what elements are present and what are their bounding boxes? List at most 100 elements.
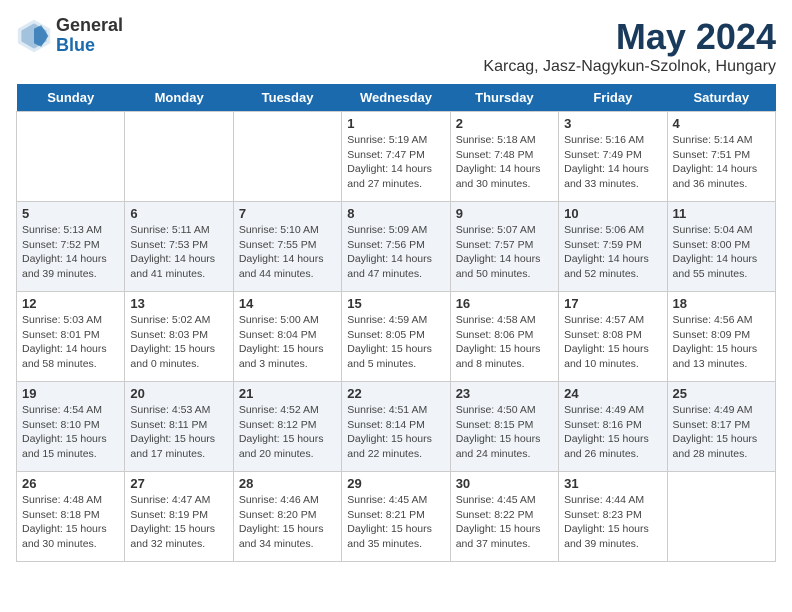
calendar-cell: 19 Sunrise: 4:54 AM Sunset: 8:10 PM Dayli…: [17, 382, 125, 472]
calendar-cell: [233, 112, 341, 202]
cell-info: Sunrise: 5:14 AM Sunset: 7:51 PM Dayligh…: [673, 133, 770, 192]
calendar-cell: 10Sunrise: 5:06 AM Sunset: 7:59 PM Dayli…: [559, 202, 667, 292]
calendar-cell: 3 Sunrise: 5:16 AM Sunset: 7:49 PM Daylig…: [559, 112, 667, 202]
date-number: 28: [239, 476, 336, 491]
date-number: 1: [347, 116, 444, 131]
calendar-cell: 22 Sunrise: 4:51 AM Sunset: 8:14 PM Dayli…: [342, 382, 450, 472]
calendar-row-4: 19 Sunrise: 4:54 AM Sunset: 8:10 PM Dayli…: [17, 382, 776, 472]
date-number: 20: [130, 386, 227, 401]
calendar-cell: 12Sunrise: 5:03 AM Sunset: 8:01 PM Dayli…: [17, 292, 125, 382]
location: Karcag, Jasz-Nagykun-Szolnok, Hungary: [483, 58, 776, 76]
calendar-cell: 2 Sunrise: 5:18 AM Sunset: 7:48 PM Daylig…: [450, 112, 558, 202]
cell-info: Sunrise: 5:04 AM Sunset: 8:00 PM Dayligh…: [673, 223, 770, 282]
date-number: 16: [456, 296, 553, 311]
cell-info: Sunrise: 4:53 AM Sunset: 8:11 PM Dayligh…: [130, 403, 227, 462]
date-number: 15: [347, 296, 444, 311]
date-number: 31: [564, 476, 661, 491]
logo-icon: [16, 18, 52, 54]
cell-info: Sunrise: 4:59 AM Sunset: 8:05 PM Dayligh…: [347, 313, 444, 372]
cell-info: Sunrise: 5:00 AM Sunset: 8:04 PM Dayligh…: [239, 313, 336, 372]
header-row: SundayMondayTuesdayWednesdayThursdayFrid…: [17, 84, 776, 112]
calendar-cell: 16 Sunrise: 4:58 AM Sunset: 8:06 PM Dayli…: [450, 292, 558, 382]
date-number: 9: [456, 206, 553, 221]
date-number: 19: [22, 386, 119, 401]
cell-info: Sunrise: 4:46 AM Sunset: 8:20 PM Dayligh…: [239, 493, 336, 552]
calendar-cell: 20 Sunrise: 4:53 AM Sunset: 8:11 PM Dayli…: [125, 382, 233, 472]
calendar-cell: [667, 472, 775, 562]
calendar-cell: [17, 112, 125, 202]
date-number: 23: [456, 386, 553, 401]
date-number: 29: [347, 476, 444, 491]
cell-info: Sunrise: 4:45 AM Sunset: 8:21 PM Dayligh…: [347, 493, 444, 552]
header-thursday: Thursday: [450, 84, 558, 112]
calendar-cell: 23 Sunrise: 4:50 AM Sunset: 8:15 PM Dayli…: [450, 382, 558, 472]
date-number: 5: [22, 206, 119, 221]
cell-info: Sunrise: 4:50 AM Sunset: 8:15 PM Dayligh…: [456, 403, 553, 462]
date-number: 21: [239, 386, 336, 401]
calendar-cell: 28 Sunrise: 4:46 AM Sunset: 8:20 PM Dayli…: [233, 472, 341, 562]
calendar-cell: 13Sunrise: 5:02 AM Sunset: 8:03 PM Dayli…: [125, 292, 233, 382]
date-number: 14: [239, 296, 336, 311]
calendar-cell: 18Sunrise: 4:56 AM Sunset: 8:09 PM Dayli…: [667, 292, 775, 382]
date-number: 26: [22, 476, 119, 491]
date-number: 25: [673, 386, 770, 401]
month-title: May 2024: [483, 16, 776, 58]
cell-info: Sunrise: 4:57 AM Sunset: 8:08 PM Dayligh…: [564, 313, 661, 372]
cell-info: Sunrise: 5:11 AM Sunset: 7:53 PM Dayligh…: [130, 223, 227, 282]
cell-info: Sunrise: 4:49 AM Sunset: 8:16 PM Dayligh…: [564, 403, 661, 462]
date-number: 22: [347, 386, 444, 401]
calendar-cell: 26 Sunrise: 4:48 AM Sunset: 8:18 PM Dayli…: [17, 472, 125, 562]
calendar-cell: [125, 112, 233, 202]
title-area: May 2024 Karcag, Jasz-Nagykun-Szolnok, H…: [483, 16, 776, 76]
calendar-cell: 11 Sunrise: 5:04 AM Sunset: 8:00 PM Dayli…: [667, 202, 775, 292]
date-number: 17: [564, 296, 661, 311]
calendar-cell: 7 Sunrise: 5:10 AM Sunset: 7:55 PM Daylig…: [233, 202, 341, 292]
calendar-cell: 25Sunrise: 4:49 AM Sunset: 8:17 PM Dayli…: [667, 382, 775, 472]
calendar-cell: 27 Sunrise: 4:47 AM Sunset: 8:19 PM Dayli…: [125, 472, 233, 562]
header-friday: Friday: [559, 84, 667, 112]
date-number: 3: [564, 116, 661, 131]
calendar-cell: 15 Sunrise: 4:59 AM Sunset: 8:05 PM Dayli…: [342, 292, 450, 382]
date-number: 18: [673, 296, 770, 311]
cell-info: Sunrise: 5:18 AM Sunset: 7:48 PM Dayligh…: [456, 133, 553, 192]
cell-info: Sunrise: 5:07 AM Sunset: 7:57 PM Dayligh…: [456, 223, 553, 282]
cell-info: Sunrise: 4:45 AM Sunset: 8:22 PM Dayligh…: [456, 493, 553, 552]
cell-info: Sunrise: 5:13 AM Sunset: 7:52 PM Dayligh…: [22, 223, 119, 282]
calendar-row-2: 5 Sunrise: 5:13 AM Sunset: 7:52 PM Daylig…: [17, 202, 776, 292]
date-number: 2: [456, 116, 553, 131]
date-number: 24: [564, 386, 661, 401]
header-saturday: Saturday: [667, 84, 775, 112]
calendar-row-3: 12Sunrise: 5:03 AM Sunset: 8:01 PM Dayli…: [17, 292, 776, 382]
date-number: 27: [130, 476, 227, 491]
logo-general: General: [56, 16, 123, 36]
cell-info: Sunrise: 4:58 AM Sunset: 8:06 PM Dayligh…: [456, 313, 553, 372]
date-number: 8: [347, 206, 444, 221]
cell-info: Sunrise: 5:09 AM Sunset: 7:56 PM Dayligh…: [347, 223, 444, 282]
calendar-cell: 5 Sunrise: 5:13 AM Sunset: 7:52 PM Daylig…: [17, 202, 125, 292]
calendar-cell: 17 Sunrise: 4:57 AM Sunset: 8:08 PM Dayli…: [559, 292, 667, 382]
date-number: 6: [130, 206, 227, 221]
logo-blue: Blue: [56, 36, 123, 56]
cell-info: Sunrise: 4:44 AM Sunset: 8:23 PM Dayligh…: [564, 493, 661, 552]
cell-info: Sunrise: 4:51 AM Sunset: 8:14 PM Dayligh…: [347, 403, 444, 462]
cell-info: Sunrise: 4:54 AM Sunset: 8:10 PM Dayligh…: [22, 403, 119, 462]
date-number: 11: [673, 206, 770, 221]
date-number: 4: [673, 116, 770, 131]
calendar-table: SundayMondayTuesdayWednesdayThursdayFrid…: [16, 84, 776, 562]
calendar-cell: 31 Sunrise: 4:44 AM Sunset: 8:23 PM Dayli…: [559, 472, 667, 562]
cell-info: Sunrise: 4:48 AM Sunset: 8:18 PM Dayligh…: [22, 493, 119, 552]
calendar-cell: 29 Sunrise: 4:45 AM Sunset: 8:21 PM Dayli…: [342, 472, 450, 562]
date-number: 7: [239, 206, 336, 221]
calendar-cell: 9 Sunrise: 5:07 AM Sunset: 7:57 PM Daylig…: [450, 202, 558, 292]
cell-info: Sunrise: 5:19 AM Sunset: 7:47 PM Dayligh…: [347, 133, 444, 192]
header-monday: Monday: [125, 84, 233, 112]
calendar-cell: 21Sunrise: 4:52 AM Sunset: 8:12 PM Dayli…: [233, 382, 341, 472]
cell-info: Sunrise: 5:16 AM Sunset: 7:49 PM Dayligh…: [564, 133, 661, 192]
calendar-row-5: 26 Sunrise: 4:48 AM Sunset: 8:18 PM Dayli…: [17, 472, 776, 562]
logo: General Blue: [16, 16, 123, 56]
cell-info: Sunrise: 4:47 AM Sunset: 8:19 PM Dayligh…: [130, 493, 227, 552]
calendar-cell: 4 Sunrise: 5:14 AM Sunset: 7:51 PM Daylig…: [667, 112, 775, 202]
cell-info: Sunrise: 5:10 AM Sunset: 7:55 PM Dayligh…: [239, 223, 336, 282]
cell-info: Sunrise: 5:02 AM Sunset: 8:03 PM Dayligh…: [130, 313, 227, 372]
calendar-cell: 24 Sunrise: 4:49 AM Sunset: 8:16 PM Dayli…: [559, 382, 667, 472]
